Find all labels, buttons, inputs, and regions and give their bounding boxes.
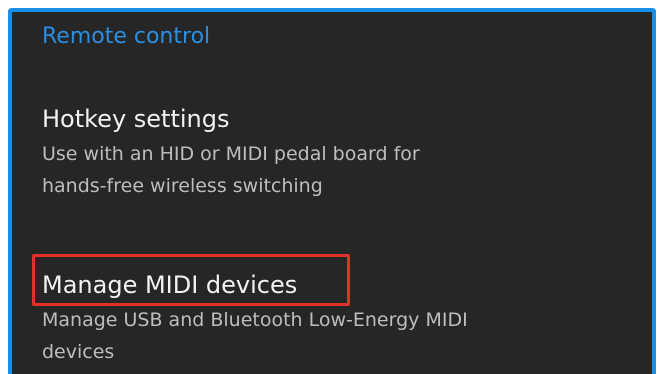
hotkey-settings-summary: Use with an HID or MIDI pedal board for … <box>42 138 622 202</box>
hotkey-settings-item[interactable]: Hotkey settings Use with an HID or MIDI … <box>42 104 622 202</box>
manage-midi-devices-summary-line2: devices <box>42 341 115 363</box>
screenshot-frame: Remote control Hotkey settings Use with … <box>0 0 664 374</box>
manage-midi-devices-title: Manage MIDI devices <box>42 271 298 299</box>
hotkey-settings-title: Hotkey settings <box>42 105 230 133</box>
remote-control-section-header: Remote control <box>42 24 211 49</box>
manage-midi-devices-summary-line1: Manage USB and Bluetooth Low-Energy MIDI <box>42 309 468 331</box>
settings-panel: Remote control Hotkey settings Use with … <box>8 8 656 374</box>
manage-midi-devices-item[interactable]: Manage MIDI devices Manage USB and Bluet… <box>42 270 622 368</box>
hotkey-settings-summary-line1: Use with an HID or MIDI pedal board for <box>42 143 420 165</box>
hotkey-settings-summary-line2: hands-free wireless switching <box>42 175 323 197</box>
manage-midi-devices-summary: Manage USB and Bluetooth Low-Energy MIDI… <box>42 304 622 368</box>
